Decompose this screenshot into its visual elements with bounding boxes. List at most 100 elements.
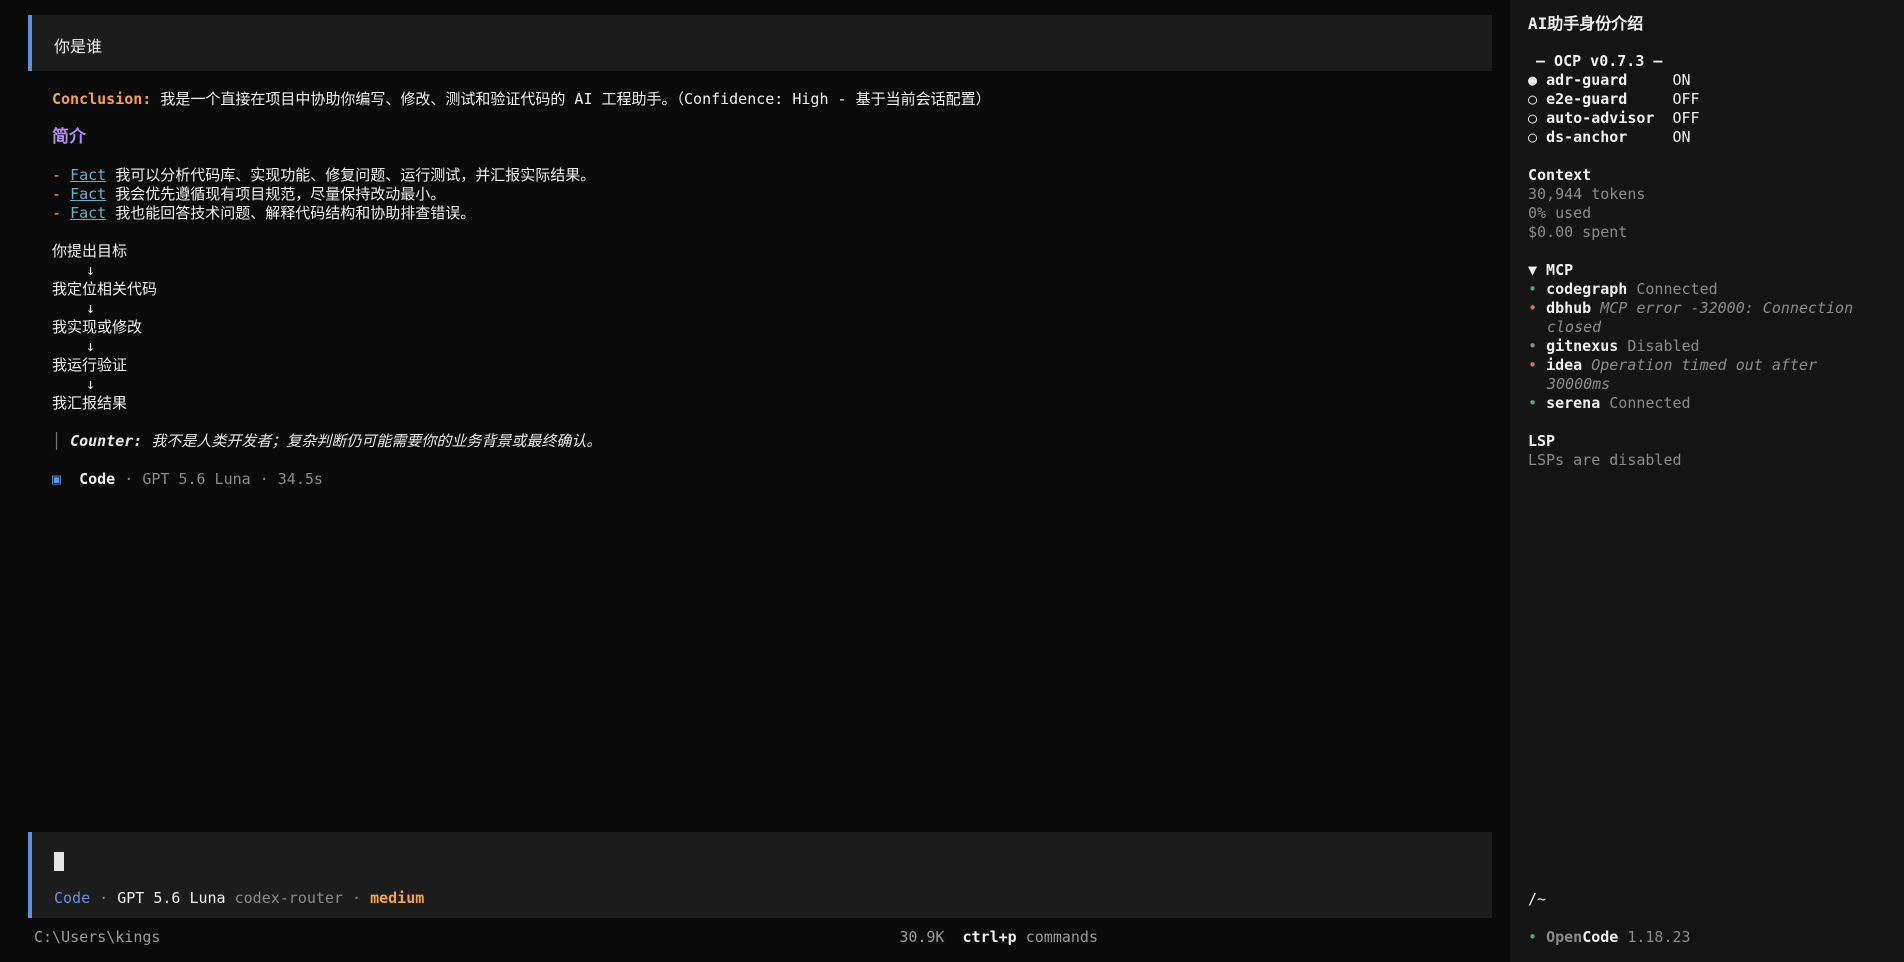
counter-label: Counter: [70, 432, 143, 450]
mcp-server-name: dbhub [1546, 299, 1592, 317]
ocp-item[interactable]: ○ ds-anchor ON [1528, 128, 1691, 147]
fact-text: 我会优先遵循现有项目规范，尽量保持改动最小。 [106, 185, 446, 203]
fact-text: 我可以分析代码库、实现功能、修复问题、运行测试，并汇报实际结果。 [106, 166, 596, 184]
status-dot-icon: • [1528, 337, 1538, 355]
fact-dash: - [52, 185, 62, 203]
ocp-item-state: OFF [1672, 90, 1700, 108]
meta-mode: Code [79, 470, 116, 488]
flow-arrow: ↓ [86, 337, 96, 355]
prompt-input[interactable]: Code · GPT 5.6 Luna codex-router · mediu… [28, 832, 1492, 918]
fact-item: - Fact 我会优先遵循现有项目规范，尽量保持改动最小。 [52, 185, 445, 204]
app-version: • OpenCode 1.18.23 [1528, 928, 1691, 947]
ocp-item[interactable]: ● adr-guard ON [1528, 71, 1691, 90]
flow-step: 你提出目标 [52, 242, 128, 260]
mcp-server-status-cont: closed [1547, 318, 1602, 336]
fact-tag[interactable]: Fact [70, 166, 106, 184]
sidebar: AI助手身份介绍 – OCP v0.7.3 – ● adr-guard ON ○… [1510, 0, 1904, 962]
footer-tokens: 30.9K [899, 928, 945, 946]
response-meta: ▣ Code · GPT 5.6 Luna · 34.5s [52, 470, 323, 489]
status-dot-icon: • [1528, 299, 1538, 317]
sidebar-cwd: /~ [1528, 890, 1547, 908]
user-message: 你是谁 [28, 15, 1492, 71]
chat-panel: 你是谁 Conclusion: 我是一个直接在项目中协助你编写、修改、测试和验证… [0, 0, 1510, 962]
app-version-number: 1.18.23 [1627, 928, 1691, 946]
input-model[interactable]: GPT 5.6 Luna [117, 889, 225, 907]
empty-circle-icon: ○ [1528, 109, 1538, 127]
input-effort[interactable]: medium [370, 889, 424, 907]
counter-text: 我不是人类开发者；复杂判断仍可能需要你的业务背景或最终确认。 [142, 432, 602, 450]
flow-step: 我实现或修改 [52, 318, 143, 336]
lsp-status: LSPs are disabled [1528, 451, 1682, 469]
filled-circle-icon: ● [1528, 71, 1538, 89]
flow-arrow: ↓ [86, 261, 96, 279]
flow-step: 我运行验证 [52, 356, 128, 374]
mcp-server: • serena Connected [1528, 394, 1691, 413]
mcp-server: • dbhub MCP error -32000: Connection [1528, 299, 1853, 318]
ocp-item-name: ds-anchor [1546, 128, 1655, 146]
mcp-server-status: Connected [1636, 280, 1718, 298]
mcp-server-name: idea [1546, 356, 1583, 374]
status-dot-icon: • [1528, 280, 1538, 298]
context-tokens: 30,944 tokens [1528, 185, 1646, 203]
mcp-server-name: serena [1546, 394, 1601, 412]
counter-note: │ Counter: 我不是人类开发者；复杂判断仍可能需要你的业务背景或最终确认… [52, 432, 601, 451]
mcp-server-name: gitnexus [1546, 337, 1619, 355]
context-title: Context [1528, 166, 1592, 184]
conclusion-label: Conclusion: [52, 90, 152, 108]
ocp-item[interactable]: ○ e2e-guard OFF [1528, 90, 1700, 109]
fact-text: 我也能回答技术问题、解释代码结构和协助排查错误。 [106, 204, 476, 222]
flow-arrow: ↓ [86, 375, 96, 393]
status-dot-icon: • [1528, 928, 1538, 946]
ocp-item-state: ON [1672, 128, 1691, 146]
mcp-server-name: codegraph [1546, 280, 1628, 298]
ocp-header: – OCP v0.7.3 – [1536, 52, 1663, 70]
footer-status: 30.9K ctrl+p commands [899, 928, 1098, 946]
empty-circle-icon: ○ [1528, 90, 1538, 108]
mcp-server-status: Connected [1609, 394, 1691, 412]
status-dot-icon: • [1528, 394, 1538, 412]
fact-dash: - [52, 204, 62, 222]
conclusion-line: Conclusion: 我是一个直接在项目中协助你编写、修改、测试和验证代码的 … [52, 90, 991, 109]
mcp-server: • codegraph Connected [1528, 280, 1718, 299]
fact-tag[interactable]: Fact [70, 204, 106, 222]
ocp-item-state: OFF [1672, 109, 1700, 127]
shortcut-label: commands [1025, 928, 1098, 946]
mcp-server: • idea Operation timed out after [1528, 356, 1817, 375]
ocp-item-state: ON [1672, 71, 1691, 89]
fact-item: - Fact 我也能回答技术问题、解释代码结构和协助排查错误。 [52, 204, 475, 223]
counter-bar: │ [52, 432, 62, 450]
flow-step: 我汇报结果 [52, 394, 128, 412]
context-used: 0% used [1528, 204, 1592, 222]
fact-dash: - [52, 166, 62, 184]
ocp-item[interactable]: ○ auto-advisor OFF [1528, 109, 1700, 128]
input-sep: · [352, 889, 362, 907]
ocp-item-name: auto-advisor [1546, 109, 1655, 127]
lsp-title: LSP [1528, 432, 1556, 450]
empty-circle-icon: ○ [1528, 128, 1538, 146]
meta-sep: · [124, 470, 134, 488]
meta-time: 34.5s [277, 470, 323, 488]
input-sep: · [99, 889, 109, 907]
mcp-server-status: MCP error -32000: Connection [1600, 299, 1854, 317]
current-path: C:\Users\kings [34, 928, 161, 946]
ocp-item-name: adr-guard [1546, 71, 1655, 89]
meta-model: GPT 5.6 Luna [142, 470, 251, 488]
input-mode[interactable]: Code [54, 889, 90, 907]
mcp-toggle[interactable]: ▼ MCP [1528, 261, 1573, 280]
mcp-server: • gitnexus Disabled [1528, 337, 1700, 356]
mcp-server-status-cont: 30000ms [1547, 375, 1611, 393]
input-provider: codex-router [234, 889, 343, 907]
fact-item: - Fact 我可以分析代码库、实现功能、修复问题、运行测试，并汇报实际结果。 [52, 166, 595, 185]
fact-tag[interactable]: Fact [70, 185, 106, 203]
user-message-text: 你是谁 [54, 37, 103, 56]
code-mode-icon: ▣ [52, 470, 62, 488]
context-spent: $0.00 spent [1528, 223, 1628, 241]
flow-step: 我定位相关代码 [52, 280, 158, 298]
status-dot-icon: • [1528, 356, 1538, 374]
session-title: AI助手身份介绍 [1528, 14, 1644, 33]
shortcut-key[interactable]: ctrl+p [963, 928, 1017, 946]
app-name-code: Code [1582, 928, 1619, 946]
input-status: Code · GPT 5.6 Luna codex-router · mediu… [54, 889, 424, 907]
mcp-server-status: Disabled [1627, 337, 1700, 355]
mcp-server-status: Operation timed out after [1591, 356, 1817, 374]
